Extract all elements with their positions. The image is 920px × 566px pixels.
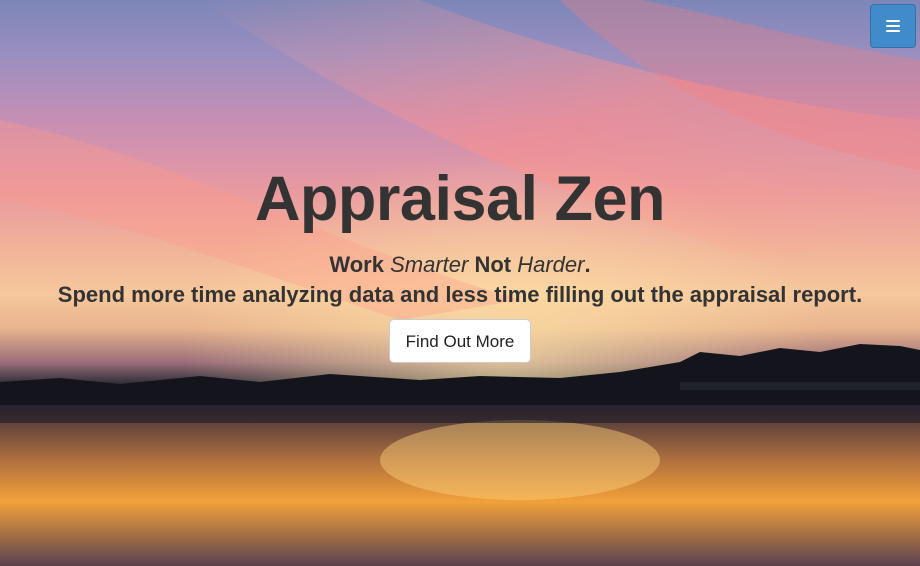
page-title: Appraisal Zen <box>254 164 666 234</box>
tagline-work: Work <box>329 252 391 277</box>
hero-subtext: Spend more time analyzing data and less … <box>57 282 863 307</box>
hero-content: Appraisal Zen Work Smarter Not Harder. S… <box>0 158 920 363</box>
hamburger-icon <box>886 20 900 32</box>
menu-toggle-button[interactable] <box>870 4 916 48</box>
tagline: Work Smarter Not Harder. <box>0 250 920 280</box>
hero-section: Appraisal Zen Work Smarter Not Harder. S… <box>0 0 920 566</box>
tagline-not: Not <box>468 252 518 277</box>
tagline-smarter: Smarter <box>390 252 469 277</box>
tagline-harder: Harder <box>517 252 585 277</box>
tagline-period: . <box>584 252 591 277</box>
find-out-more-button[interactable]: Find Out More <box>388 319 532 363</box>
